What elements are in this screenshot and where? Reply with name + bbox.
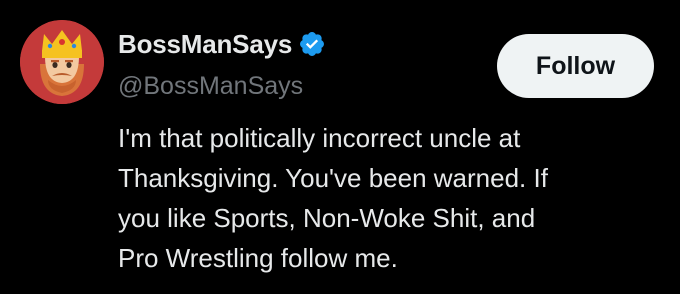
bio-line: I'm that politically incorrect uncle at: [118, 123, 521, 153]
profile-card: BossManSays @BossManSays Follow I'm that…: [0, 0, 680, 294]
display-name[interactable]: BossManSays: [118, 29, 292, 60]
bio-line: Thanksgiving. You've been warned. If: [118, 163, 548, 193]
profile-handle[interactable]: @BossManSays: [118, 72, 303, 101]
bio-line: Pro Wrestling follow me.: [118, 243, 398, 273]
crowned-bearded-man-icon: [20, 20, 104, 104]
verified-badge-icon: [298, 30, 326, 58]
name-row: BossManSays: [118, 27, 326, 61]
follow-button[interactable]: Follow: [497, 34, 654, 98]
avatar[interactable]: [20, 20, 104, 104]
profile-bio: I'm that politically incorrect uncle at …: [118, 118, 658, 278]
bio-line: you like Sports, Non-Woke Shit, and: [118, 203, 536, 233]
